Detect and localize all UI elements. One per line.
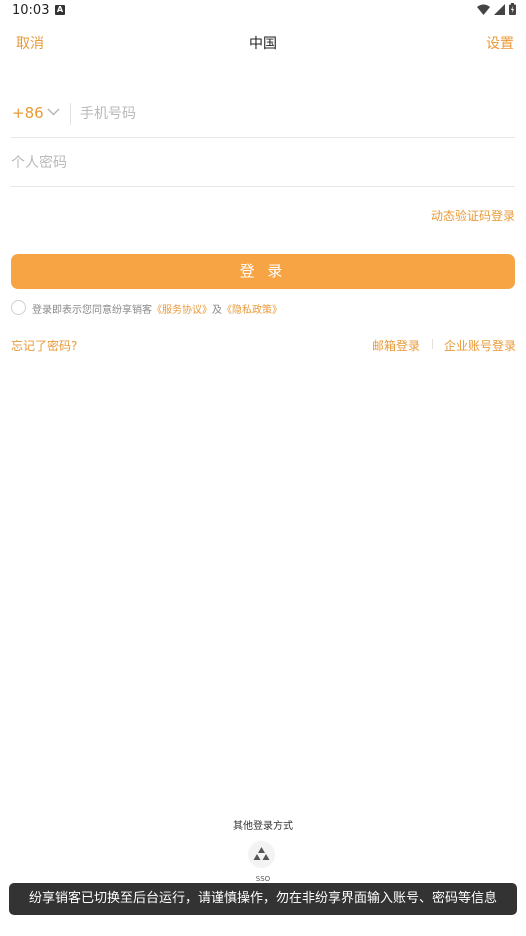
signal-icon	[494, 3, 505, 15]
field-divider	[70, 103, 71, 125]
notification-icon: A	[55, 5, 65, 15]
email-login-link[interactable]: 邮箱登录	[372, 337, 420, 354]
privacy-policy-link[interactable]: 《隐私政策》	[222, 305, 282, 316]
page-title: 中国	[249, 36, 277, 52]
status-icons	[477, 3, 516, 15]
settings-button[interactable]: 设置	[486, 33, 514, 53]
agreement-conj: 及	[212, 305, 222, 316]
password-underline	[11, 186, 515, 187]
agreement-prefix: 登录即表示您同意纷享销客	[32, 305, 152, 316]
service-agreement-link[interactable]: 《服务协议》	[152, 305, 212, 316]
password-input[interactable]	[11, 153, 501, 173]
agreement-checkbox[interactable]	[11, 300, 26, 315]
phone-underline	[11, 137, 515, 138]
agreement-text: 登录即表示您同意纷享销客《服务协议》及《隐私政策》	[32, 301, 282, 316]
wifi-icon	[477, 4, 490, 15]
login-button[interactable]: 登 录	[11, 254, 515, 289]
other-login-title: 其他登录方式	[233, 821, 293, 832]
corp-account-login-link[interactable]: 企业账号登录	[444, 337, 516, 354]
sso-icon	[253, 847, 270, 860]
background-toast: 纷享销客已切换至后台运行，请谨慎操作，勿在非纷享界面输入账号、密码等信息	[9, 883, 517, 915]
forgot-password-link[interactable]: 忘记了密码?	[11, 337, 77, 354]
chevron-down-icon[interactable]	[47, 108, 60, 116]
phone-input[interactable]	[80, 104, 500, 124]
dynamic-code-login-link[interactable]: 动态验证码登录	[431, 207, 515, 224]
country-code-selector[interactable]: +86	[12, 104, 44, 122]
sso-label: SSO	[255, 875, 271, 883]
battery-icon	[509, 3, 516, 15]
sso-login-button[interactable]	[248, 841, 275, 868]
link-divider	[432, 339, 433, 349]
status-time: 10:03	[12, 3, 50, 18]
